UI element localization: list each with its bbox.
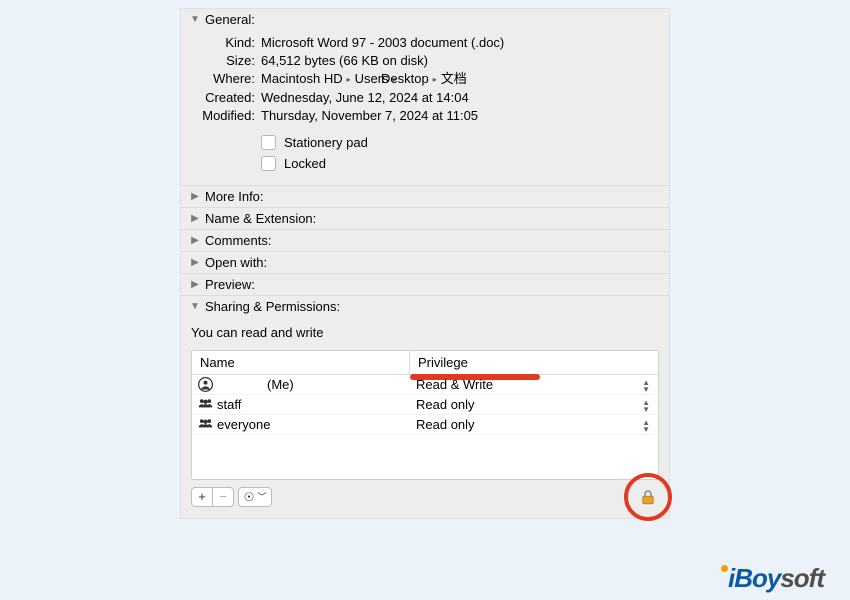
lock-icon xyxy=(639,488,657,506)
gear-icon: ☉ xyxy=(244,490,255,504)
modified-label: Modified: xyxy=(191,107,255,125)
created-label: Created: xyxy=(191,89,255,107)
stepper-icon[interactable]: ▲▼ xyxy=(642,379,650,393)
chevron-right-icon: ▶ xyxy=(189,191,201,202)
chevron-down-icon: ﹀ xyxy=(257,490,266,503)
table-header: Name Privilege xyxy=(192,351,658,375)
section-preview-title: Preview: xyxy=(205,277,255,292)
group-icon xyxy=(198,397,213,412)
remove-button[interactable]: − xyxy=(212,487,234,507)
cell-name: (Me) xyxy=(192,377,410,392)
size-row: Size: 64,512 bytes (66 KB on disk) xyxy=(191,52,659,70)
chevron-right-icon: ▶ xyxy=(189,257,201,268)
section-comments-title: Comments: xyxy=(205,233,271,248)
brand-logo: iBoysoft xyxy=(721,563,824,594)
section-open-with-header[interactable]: ▶ Open with: xyxy=(181,251,669,273)
priv-value: Read & Write xyxy=(416,377,493,392)
section-more-info-title: More Info: xyxy=(205,189,264,204)
stepper-icon[interactable]: ▲▼ xyxy=(642,419,650,433)
general-checks: Stationery pad Locked xyxy=(261,135,659,171)
modified-value: Thursday, November 7, 2024 at 11:05 xyxy=(261,107,659,125)
section-general-title: General: xyxy=(205,12,255,27)
section-comments-header[interactable]: ▶ Comments: xyxy=(181,229,669,251)
add-button[interactable]: + xyxy=(191,487,213,507)
stepper-icon[interactable]: ▲▼ xyxy=(642,399,650,413)
chevron-right-icon: ▶ xyxy=(189,235,201,246)
cell-name: everyone xyxy=(192,417,410,432)
info-panel: ▼ General: Kind: Microsoft Word 97 - 200… xyxy=(180,8,670,519)
section-general-header[interactable]: ▼ General: xyxy=(181,9,669,30)
general-body: Kind: Microsoft Word 97 - 2003 document … xyxy=(181,30,669,185)
section-name-ext-header[interactable]: ▶ Name & Extension: xyxy=(181,207,669,229)
sharing-body: You can read and write Name Privilege (M… xyxy=(181,317,669,518)
locked-label: Locked xyxy=(284,156,326,171)
user-icon xyxy=(198,377,213,392)
section-name-ext-title: Name & Extension: xyxy=(205,211,316,226)
cell-priv[interactable]: Read only ▲▼ xyxy=(410,397,658,412)
cell-name: staff xyxy=(192,397,410,412)
where-seg-1: Macintosh HD xyxy=(261,71,343,86)
where-row: Where: Macintosh HD▸Users▸ Desktop▸文档 xyxy=(191,70,659,89)
permissions-toolbar: + − ☉ ﹀ xyxy=(191,486,659,508)
locked-checkbox[interactable] xyxy=(261,156,276,171)
group-name: everyone xyxy=(217,417,270,432)
chevron-right-icon: ▶ xyxy=(189,213,201,224)
user-me-suffix: (Me) xyxy=(267,377,294,392)
group-icon xyxy=(198,417,213,432)
cell-priv[interactable]: Read only ▲▼ xyxy=(410,417,658,432)
chevron-down-icon: ▼ xyxy=(189,14,201,25)
stationery-label: Stationery pad xyxy=(284,135,368,150)
table-row[interactable]: (Me) Read & Write ▲▼ xyxy=(192,375,658,395)
stationery-checkbox[interactable] xyxy=(261,135,276,150)
table-row[interactable]: staff Read only ▲▼ xyxy=(192,395,658,415)
where-label: Where: xyxy=(191,70,255,89)
priv-value: Read only xyxy=(416,397,475,412)
permissions-table: Name Privilege (Me) Read & Write ▲▼ xyxy=(191,350,659,480)
size-value: 64,512 bytes (66 KB on disk) xyxy=(261,52,659,70)
where-value-extra: Desktop▸文档 xyxy=(381,70,467,89)
group-name: staff xyxy=(217,397,241,412)
where-seg-4: 文档 xyxy=(441,71,467,86)
path-sep-icon: ▸ xyxy=(429,75,441,84)
chevron-down-icon: ▼ xyxy=(189,301,201,312)
modified-row: Modified: Thursday, November 7, 2024 at … xyxy=(191,107,659,125)
cell-priv[interactable]: Read & Write ▲▼ xyxy=(410,377,658,392)
chevron-right-icon: ▶ xyxy=(189,279,201,290)
created-row: Created: Wednesday, June 12, 2024 at 14:… xyxy=(191,89,659,107)
col-name[interactable]: Name xyxy=(192,351,410,374)
section-open-with-title: Open with: xyxy=(205,255,267,270)
kind-row: Kind: Microsoft Word 97 - 2003 document … xyxy=(191,34,659,52)
section-sharing-header[interactable]: ▼ Sharing & Permissions: xyxy=(181,295,669,317)
section-preview-header[interactable]: ▶ Preview: xyxy=(181,273,669,295)
section-sharing-title: Sharing & Permissions: xyxy=(205,299,340,314)
col-priv[interactable]: Privilege xyxy=(410,355,658,370)
where-seg-3: Desktop xyxy=(381,71,429,86)
stationery-row: Stationery pad xyxy=(261,135,659,150)
kind-label: Kind: xyxy=(191,34,255,52)
action-menu-button[interactable]: ☉ ﹀ xyxy=(238,487,272,507)
section-more-info-header[interactable]: ▶ More Info: xyxy=(181,185,669,207)
path-sep-icon: ▸ xyxy=(343,75,355,84)
logo-soft: soft xyxy=(780,563,824,593)
sharing-caption: You can read and write xyxy=(191,325,659,340)
lock-button[interactable] xyxy=(637,486,659,508)
logo-iboy: iBoy xyxy=(728,563,780,593)
logo-dot-icon xyxy=(721,565,728,572)
priv-value: Read only xyxy=(416,417,475,432)
locked-row: Locked xyxy=(261,156,659,171)
size-label: Size: xyxy=(191,52,255,70)
kind-value: Microsoft Word 97 - 2003 document (.doc) xyxy=(261,34,659,52)
table-filler xyxy=(192,435,658,479)
created-value: Wednesday, June 12, 2024 at 14:04 xyxy=(261,89,659,107)
table-row[interactable]: everyone Read only ▲▼ xyxy=(192,415,658,435)
